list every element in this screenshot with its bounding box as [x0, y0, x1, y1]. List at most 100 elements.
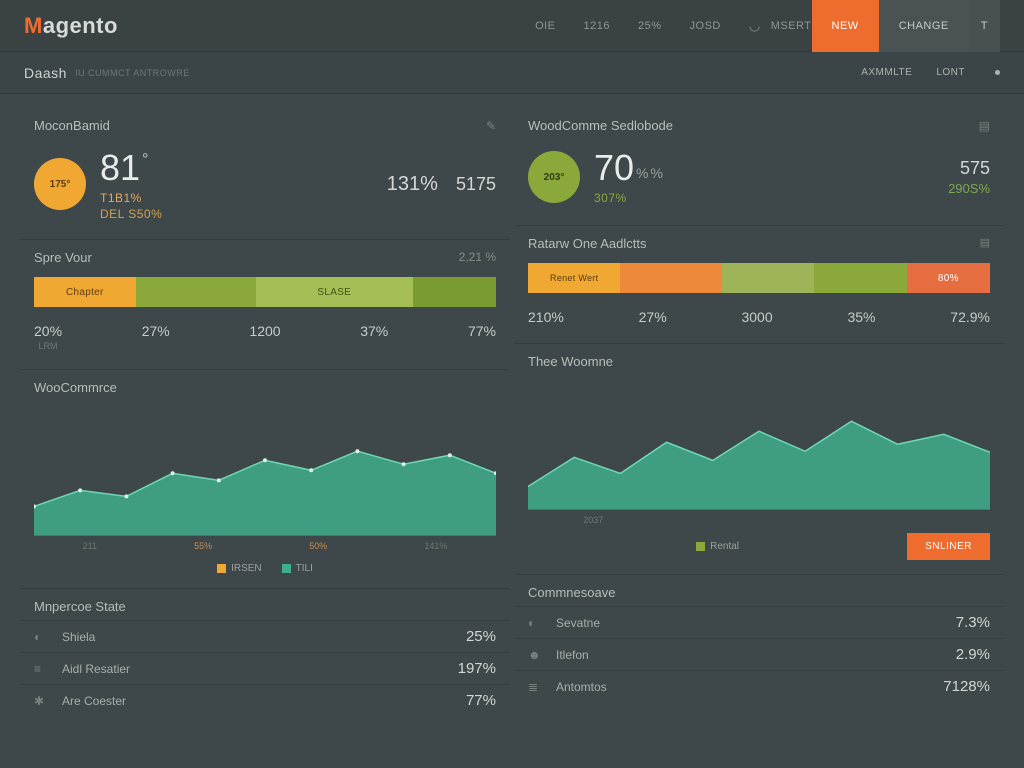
num-val: 27% [142, 323, 170, 339]
num-val: 72.9% [950, 309, 990, 325]
num-val: 27% [639, 309, 667, 325]
section-title: Spre Vour [34, 250, 92, 265]
num-val: 77% [468, 323, 496, 339]
num-val: 210% [528, 309, 564, 325]
kpi-sub1: 307% [594, 191, 663, 205]
list-title: Mnpercoe State [34, 599, 126, 614]
subbar-right: AXMMLTE LONT [861, 67, 1000, 78]
cup-icon: ◡ [749, 18, 761, 34]
row-icon: ≡ [34, 662, 52, 676]
num-val: 3000 [741, 309, 772, 325]
t-button[interactable]: T [969, 0, 1000, 52]
bar-seg[interactable] [413, 277, 496, 307]
subbar-link[interactable]: LONT [936, 67, 965, 78]
app-root: Magento OIE 1216 25% JOSD ◡ MSERT NEW CH… [0, 0, 1024, 768]
area-chart [528, 379, 990, 509]
kpi-circle: 175° [34, 158, 86, 210]
page-title: Daash [24, 65, 67, 81]
list-item[interactable]: ✱Are Coester77% [20, 684, 510, 716]
logo-rest: agento [43, 13, 118, 38]
panel-title: WoodComme Sedlobode [528, 118, 673, 133]
row-icon: ◐ [528, 616, 546, 630]
num-val: 1200 [249, 323, 280, 339]
section-value: 2,21 % [459, 250, 496, 265]
card-icon[interactable]: ▤ [980, 236, 990, 251]
kpi-value: 70%% [594, 147, 663, 189]
num-val: 20% [34, 323, 62, 339]
kpi-value: 81° [100, 147, 162, 189]
stacked-bar: Chapter SLASE [34, 277, 496, 307]
bar-seg[interactable]: Chapter [34, 277, 136, 307]
area-chart [34, 405, 496, 535]
bar-seg[interactable]: SLASE [256, 277, 413, 307]
dot-icon [995, 70, 1000, 75]
x-labels: 21155%50%141% [20, 541, 510, 551]
kpi-sub2: DEL S50% [100, 207, 162, 221]
nav-item[interactable]: 1216 [584, 20, 610, 32]
logo[interactable]: Magento [24, 13, 118, 39]
list-item[interactable]: ☻Itlefon2.9% [514, 638, 1004, 670]
kpi-panel-left: MoconBamid✎ 175° 81° T1B1%DEL S50% 131% … [20, 106, 510, 235]
edit-icon[interactable]: ✎ [486, 119, 496, 133]
row-icon: ☻ [528, 648, 546, 662]
subbar-link[interactable]: AXMMLTE [861, 67, 912, 78]
list-item[interactable]: ≡Aidl Resatier197% [20, 652, 510, 684]
bar-seg[interactable] [814, 263, 906, 293]
legend-label: Rental [710, 541, 739, 552]
kpi-sub1: T1B1% [100, 191, 162, 205]
card-icon[interactable]: ▤ [979, 119, 990, 133]
list-panel-left: Mnpercoe State ◐Shiela25% ≡Aidl Resatier… [20, 588, 510, 716]
topbar: Magento OIE 1216 25% JOSD ◡ MSERT NEW CH… [0, 0, 1024, 52]
bar-seg[interactable] [136, 277, 256, 307]
change-button[interactable]: CHANGE [879, 0, 969, 52]
row-icon: ≣ [528, 680, 546, 694]
kpi-mid: 131% [387, 173, 438, 196]
row-icon: ◐ [34, 630, 52, 644]
nav-item[interactable]: OIE [535, 20, 555, 32]
legend-label: IRSEN [231, 563, 262, 574]
chart-title: Thee Woomne [528, 354, 613, 369]
bar-panel-left: Spre Vour 2,21 % Chapter SLASE 20% LRM 27%… [20, 239, 510, 365]
kpi-right: 575290S% [948, 158, 990, 196]
action-button[interactable]: SNLINER [907, 533, 990, 560]
kpi-panel-right: WoodComme Sedlobode ▤ 203° 70%% 307% 5752… [514, 106, 1004, 221]
kpi-right: 5175 [456, 174, 496, 195]
list-item[interactable]: ◐Sevatne7.3% [514, 606, 1004, 638]
new-button[interactable]: NEW [812, 0, 879, 52]
list-item[interactable]: ◐Shiela25% [20, 620, 510, 652]
chart-legend: Rental [528, 541, 907, 552]
subbar: Daash IU CUMMCT ANTROWRE AXMMLTE LONT [0, 52, 1024, 94]
nav-item[interactable]: MSERT [771, 20, 812, 32]
list-panel-right: Commnesoave ◐Sevatne7.3% ☻Itlefon2.9% ≣A… [514, 574, 1004, 702]
bar-seg[interactable] [620, 263, 722, 293]
chart-panel-left: WooCommrce 21155%50%141% IRSEN TILI [20, 369, 510, 584]
list-title: Commnesoave [528, 585, 615, 600]
chart-title: WooCommrce [34, 380, 117, 395]
logo-m: M [24, 13, 43, 38]
num-lbl: LRM [34, 341, 62, 351]
nav-item[interactable]: JOSD [690, 20, 721, 32]
page-subtitle: IU CUMMCT ANTROWRE [75, 68, 190, 78]
section-title: Ratarw One Aadlctts [528, 236, 647, 251]
bar-panel-right: Ratarw One Aadlctts ▤ Renet Wert 80% 210%… [514, 225, 1004, 339]
stacked-bar: Renet Wert 80% [528, 263, 990, 293]
list-item[interactable]: ≣Antomtos7128% [514, 670, 1004, 702]
main: MoconBamid✎ 175° 81° T1B1%DEL S50% 131% … [0, 94, 1024, 732]
num-val: 37% [360, 323, 388, 339]
chart-legend: IRSEN TILI [20, 559, 510, 584]
legend-label: TILI [296, 563, 313, 574]
x-labels: 2037 [514, 515, 1004, 525]
right-column: WoodComme Sedlobode ▤ 203° 70%% 307% 5752… [514, 106, 1004, 720]
num-val: 35% [847, 309, 875, 325]
bar-seg[interactable]: 80% [907, 263, 990, 293]
kpi-circle: 203° [528, 151, 580, 203]
left-column: MoconBamid✎ 175° 81° T1B1%DEL S50% 131% … [20, 106, 510, 720]
panel-title: MoconBamid [34, 118, 110, 133]
top-nav: OIE 1216 25% JOSD ◡ MSERT [535, 18, 811, 34]
bar-seg[interactable] [722, 263, 814, 293]
num-row: 210% 27% 3000 35% 72.9% [514, 303, 1004, 339]
num-row: 20% LRM 27% 1200 37% 77% [20, 317, 510, 365]
nav-item[interactable]: 25% [638, 20, 662, 32]
chart-panel-right: Thee Woomne 2037 Rental SNLINER [514, 343, 1004, 570]
bar-seg[interactable]: Renet Wert [528, 263, 620, 293]
